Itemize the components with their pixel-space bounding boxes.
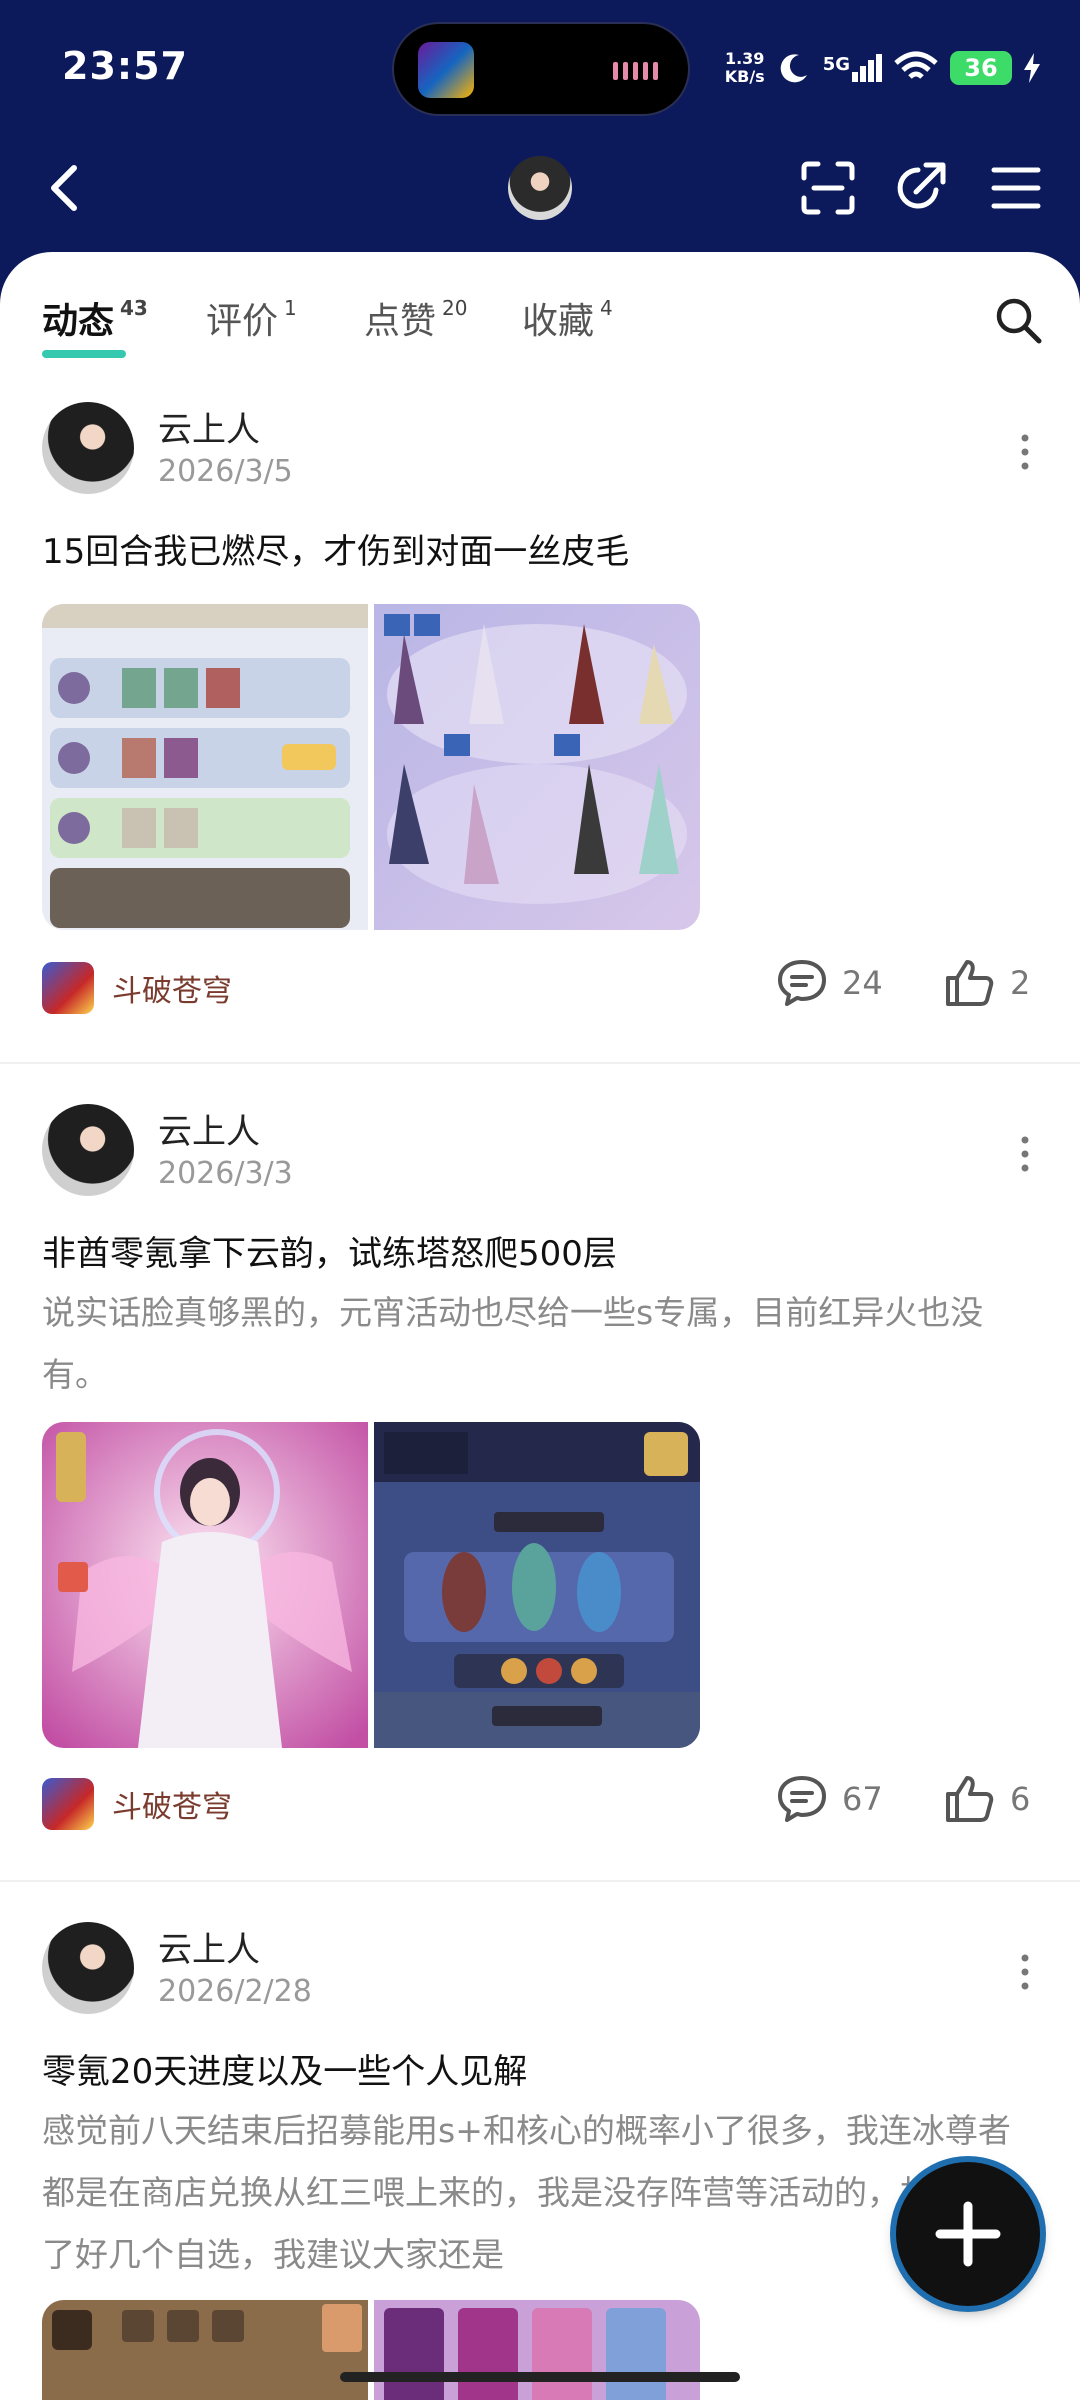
back-arrow-icon[interactable] [44, 162, 84, 214]
comment-button[interactable]: 67 [776, 1774, 883, 1824]
post-footer: 斗破苍穹 67 6 [0, 1774, 1080, 1834]
net-speed: 1.39 KB/s [724, 49, 765, 86]
battery-indicator: 36 [950, 51, 1012, 85]
post-title[interactable]: 非酋零氪拿下云韵，试练塔怒爬500层 [42, 1226, 617, 1275]
create-post-button[interactable] [896, 2162, 1040, 2306]
author-name[interactable]: 云上人 [158, 402, 260, 451]
post-body[interactable]: 感觉前八天结束后招募能用s+和核心的概率小了很多，我连冰尊者都是在商店兑换从红三… [42, 2100, 1042, 2286]
charging-icon [1024, 53, 1040, 83]
wifi-icon [894, 51, 938, 79]
comment-icon [778, 1776, 826, 1822]
avatar[interactable] [42, 1922, 134, 2014]
more-options-icon[interactable] [1010, 1952, 1040, 1992]
post-images [42, 1422, 700, 1748]
post-body[interactable]: 说实话脸真够黑的，元宵活动也尽给一些s专属，目前红异火也没有。 [42, 1282, 1042, 1406]
thumbs-up-icon [946, 1776, 994, 1822]
thumbs-up-icon [946, 960, 994, 1006]
post-image[interactable] [374, 2300, 700, 2400]
game-name[interactable]: 斗破苍穹 [112, 966, 232, 1010]
avatar[interactable] [42, 402, 134, 494]
search-icon[interactable] [992, 294, 1044, 346]
comment-count: 67 [842, 1780, 883, 1818]
share-icon[interactable] [892, 160, 948, 216]
like-button[interactable]: 2 [944, 958, 1030, 1008]
post-images [42, 2300, 700, 2400]
status-indicators: 1.39 KB/s 5G 36 [725, 46, 1040, 90]
post-image[interactable] [42, 2300, 368, 2400]
post-title[interactable]: 15回合我已燃尽，才伤到对面一丝皮毛 [42, 524, 629, 573]
post-footer: 斗破苍穹 24 2 [0, 958, 1080, 1018]
tab-dynamics[interactable]: 动态 43 [42, 292, 148, 344]
scan-icon[interactable] [800, 160, 856, 216]
avatar[interactable] [42, 1104, 134, 1196]
moon-icon [780, 54, 807, 83]
post-image[interactable] [374, 1422, 700, 1748]
header-avatar[interactable] [508, 156, 572, 220]
game-icon[interactable] [42, 1778, 94, 1830]
like-count: 2 [1010, 964, 1031, 1002]
post-date: 2026/2/28 [158, 1974, 312, 2009]
tab-likes[interactable]: 点赞 20 [364, 292, 467, 344]
post-date: 2026/3/3 [158, 1156, 293, 1191]
comment-count: 24 [842, 964, 883, 1002]
audio-wave-icon [613, 62, 658, 80]
dynamic-island[interactable] [392, 22, 690, 116]
post-date: 2026/3/5 [158, 454, 293, 489]
post-images [42, 604, 700, 930]
status-time: 23:57 [62, 44, 188, 88]
post-image[interactable] [374, 604, 700, 930]
author-name[interactable]: 云上人 [158, 1104, 260, 1153]
profile-tabs: 动态 43 评价 1 点赞 20 收藏 4 [0, 280, 1080, 360]
comment-icon [778, 960, 826, 1006]
menu-icon[interactable] [990, 164, 1042, 212]
post-title[interactable]: 零氪20天进度以及一些个人见解 [42, 2044, 527, 2093]
like-button[interactable]: 6 [944, 1774, 1030, 1824]
top-bar: 23:57 1.39 KB/s 5G 36 [0, 0, 1080, 260]
active-tab-indicator [42, 350, 126, 358]
content-sheet: 动态 43 评价 1 点赞 20 收藏 4 云上人 2026/3/5 15回合我已燃尽，… [0, 252, 1080, 2400]
game-name[interactable]: 斗破苍穹 [112, 1782, 232, 1826]
tab-reviews[interactable]: 评价 1 [206, 292, 297, 344]
author-name[interactable]: 云上人 [158, 1922, 260, 1971]
plus-icon [935, 2201, 1001, 2267]
like-count: 6 [1010, 1780, 1031, 1818]
divider [0, 1062, 1080, 1064]
post-image[interactable] [42, 1422, 368, 1748]
game-icon[interactable] [42, 962, 94, 1014]
divider [0, 1880, 1080, 1882]
now-playing-thumbnail [418, 42, 474, 98]
comment-button[interactable]: 24 [776, 958, 883, 1008]
more-options-icon[interactable] [1010, 432, 1040, 472]
more-options-icon[interactable] [1010, 1134, 1040, 1174]
post-image[interactable] [42, 604, 368, 930]
tab-favorites[interactable]: 收藏 4 [522, 292, 613, 344]
home-indicator[interactable] [340, 2372, 740, 2382]
signal-icon: 5G [823, 54, 882, 82]
